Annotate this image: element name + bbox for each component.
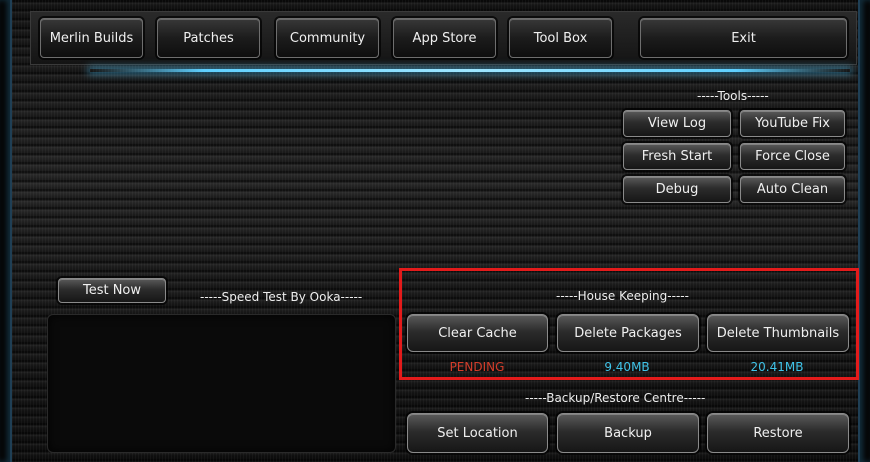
force-close-button[interactable]: Force Close: [740, 143, 845, 170]
nav-patches[interactable]: Patches: [157, 18, 260, 58]
test-now-button[interactable]: Test Now: [58, 278, 166, 303]
fresh-start-button[interactable]: Fresh Start: [623, 143, 731, 170]
debug-button[interactable]: Debug: [623, 176, 731, 203]
auto-clean-button[interactable]: Auto Clean: [740, 176, 845, 203]
right-frame-edge: [858, 0, 870, 462]
exit-button[interactable]: Exit: [640, 18, 847, 58]
nav-community[interactable]: Community: [276, 18, 379, 58]
backup-restore-heading: -----Backup/Restore Centre-----: [525, 391, 706, 405]
speed-test-display: [47, 314, 396, 453]
nav-merlin-builds[interactable]: Merlin Builds: [40, 18, 143, 58]
tools-heading: -----Tools-----: [697, 89, 769, 103]
speed-test-heading: -----Speed Test By Ooka-----: [200, 290, 363, 304]
backup-button[interactable]: Backup: [557, 413, 699, 453]
youtube-fix-button[interactable]: YouTube Fix: [740, 110, 845, 137]
housekeeping-highlight-box: [399, 268, 859, 380]
view-log-button[interactable]: View Log: [623, 110, 731, 137]
nav-app-store[interactable]: App Store: [393, 18, 496, 58]
restore-button[interactable]: Restore: [707, 413, 849, 453]
nav-tool-box[interactable]: Tool Box: [509, 18, 612, 58]
accent-glow-line: [90, 69, 850, 72]
left-frame-edge: [0, 0, 12, 462]
set-location-button[interactable]: Set Location: [407, 413, 548, 453]
